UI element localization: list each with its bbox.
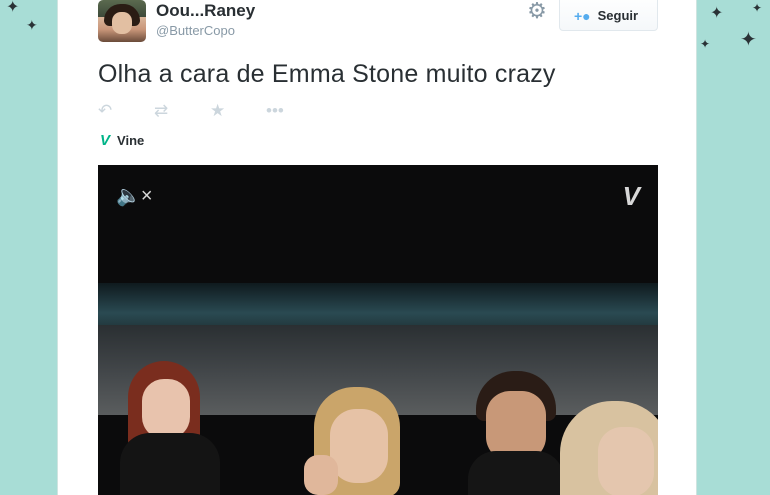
follow-button-label: Seguir: [597, 8, 639, 23]
bird-decoration-icon: ✦: [700, 37, 711, 51]
bird-decoration-icon: ✦: [752, 1, 763, 15]
video-person: [468, 451, 564, 495]
bird-decoration-icon: ✦: [26, 17, 38, 33]
bird-decoration-icon: ✦: [740, 29, 757, 51]
reply-icon[interactable]: ↶: [98, 101, 154, 121]
tweet-actions: ↶ ⇄ ★ •••: [98, 99, 322, 123]
gear-icon[interactable]: ⚙: [526, 0, 548, 22]
card-source-label: Vine: [117, 133, 145, 148]
video-person: [120, 433, 220, 495]
vine-video-player[interactable]: 🔈× V: [98, 165, 658, 495]
tweet-card: Oou...Raney @ButterCopo ⚙ +● Seguir Olha…: [57, 0, 697, 495]
retweet-icon[interactable]: ⇄: [154, 101, 210, 121]
add-person-icon: +●: [574, 7, 591, 24]
tweet-text: Olha a cara de Emma Stone muito crazy: [98, 60, 556, 88]
bird-decoration-icon: ✦: [710, 5, 724, 22]
more-icon[interactable]: •••: [266, 101, 322, 121]
muted-speaker-icon[interactable]: 🔈×: [116, 183, 153, 208]
card-source[interactable]: V Vine: [100, 132, 144, 149]
favorite-star-icon[interactable]: ★: [210, 101, 266, 121]
user-handle[interactable]: @ButterCopo: [156, 23, 235, 38]
video-person: [330, 409, 388, 483]
follow-button[interactable]: +● Seguir: [559, 0, 658, 31]
bird-decoration-icon: ✦: [6, 0, 20, 16]
video-person: [598, 427, 654, 495]
video-person: [304, 455, 338, 495]
vine-icon: V: [100, 132, 111, 149]
video-person: [142, 379, 190, 439]
vine-logo-icon: V: [622, 181, 640, 211]
avatar[interactable]: [98, 0, 146, 42]
user-name[interactable]: Oou...Raney: [156, 1, 255, 21]
